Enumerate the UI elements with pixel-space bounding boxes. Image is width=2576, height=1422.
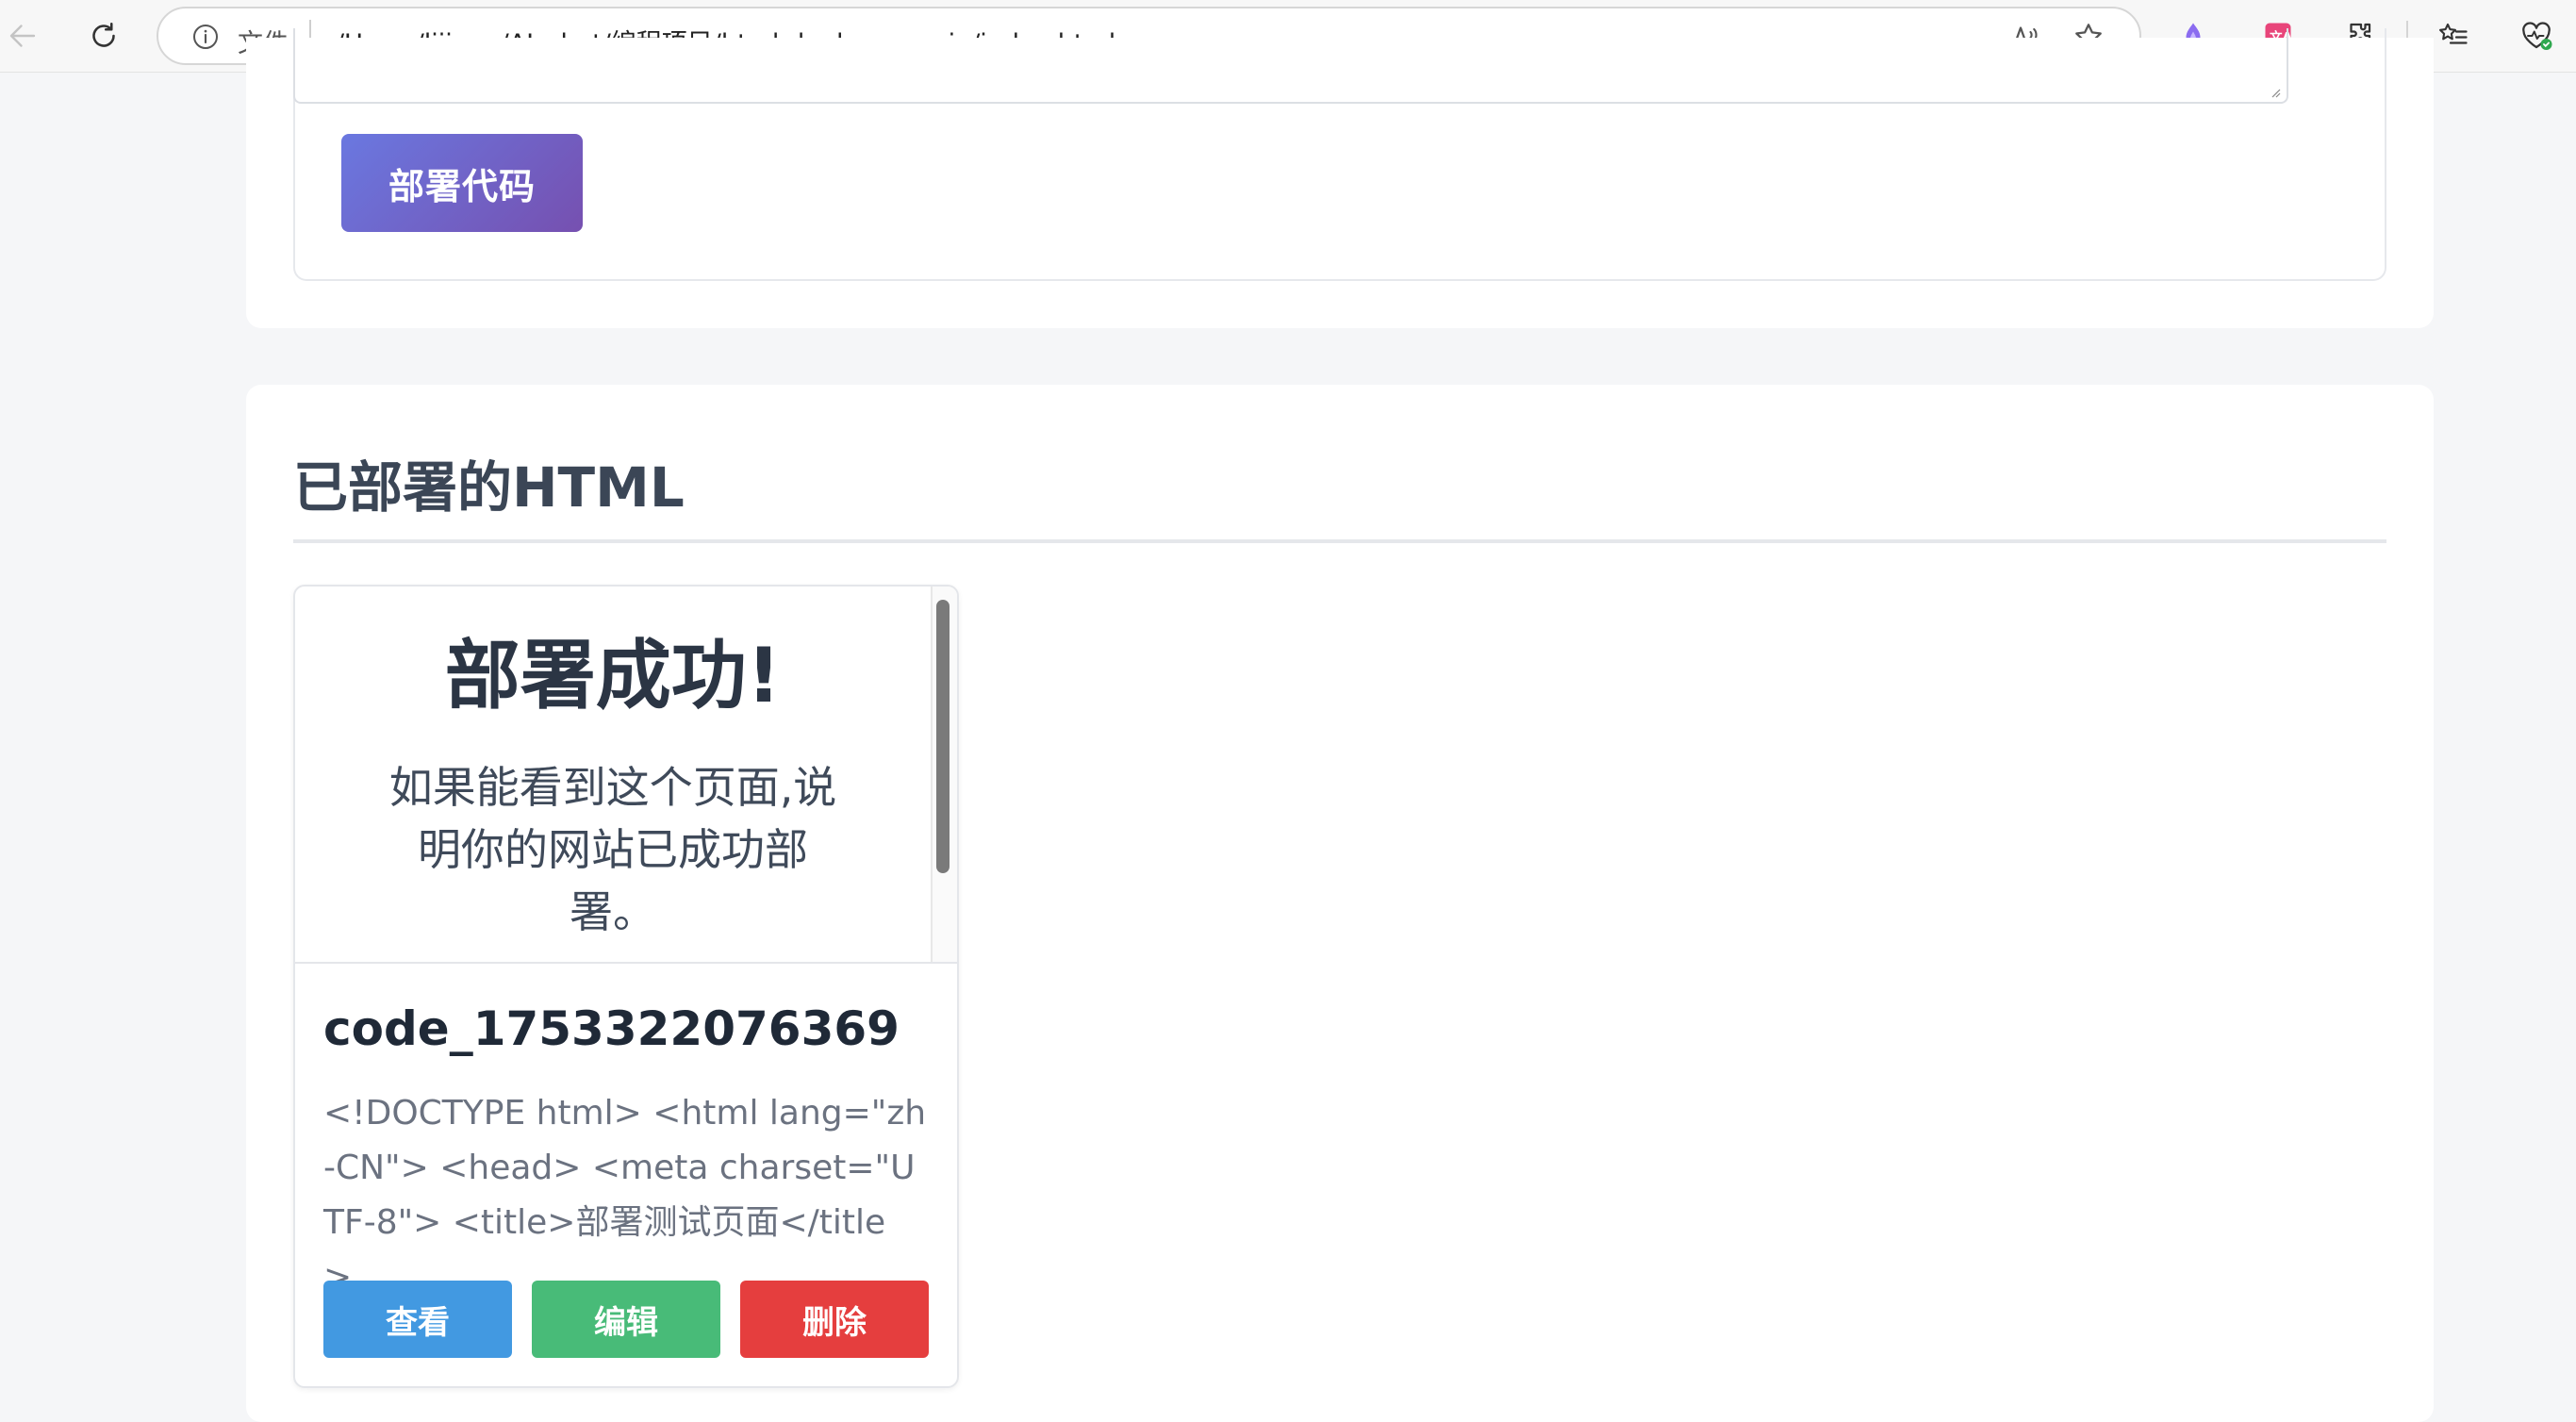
code-textarea[interactable]	[293, 28, 2288, 104]
favorites-button[interactable]	[2433, 15, 2474, 57]
section-divider	[293, 539, 2386, 543]
section-title: 已部署的HTML	[293, 455, 685, 520]
deploy-form-panel: 部署代码	[246, 28, 2434, 328]
favorites-list-icon	[2439, 23, 2468, 44]
browser-essentials-button[interactable]	[2516, 15, 2557, 57]
deploy-code-button[interactable]: 部署代码	[341, 134, 583, 232]
preview-scrollbar-thumb[interactable]	[936, 600, 949, 873]
heart-pulse-icon	[2522, 22, 2552, 50]
preview-body-text: 如果能看到这个页面,说明你的网站已成功部署。	[388, 762, 837, 937]
card-code-snippet: <!DOCTYPE html> <html lang="zh-CN"> <hea…	[323, 1094, 927, 1297]
reload-icon	[92, 22, 115, 47]
delete-button[interactable]: 删除	[740, 1281, 929, 1358]
card-preview-frame[interactable]: 部署成功! 如果能看到这个页面,说明你的网站已成功部署。	[295, 587, 957, 964]
edit-button[interactable]: 编辑	[532, 1281, 720, 1358]
reload-button[interactable]	[83, 15, 124, 57]
info-icon[interactable]	[190, 22, 221, 52]
arrow-left-icon	[9, 25, 36, 47]
resize-grip-icon[interactable]	[2268, 85, 2281, 98]
preview-heading: 部署成功!	[444, 632, 782, 719]
back-button[interactable]	[2, 15, 43, 57]
deployed-html-panel: 已部署的HTML 部署成功! 如果能看到这个页面,说明你的网站已成功部署。 co…	[246, 385, 2434, 1422]
view-button[interactable]: 查看	[323, 1281, 512, 1358]
card-title: code_1753322076369	[323, 1001, 900, 1056]
deployed-card: 部署成功! 如果能看到这个页面,说明你的网站已成功部署。 code_175332…	[293, 585, 959, 1388]
